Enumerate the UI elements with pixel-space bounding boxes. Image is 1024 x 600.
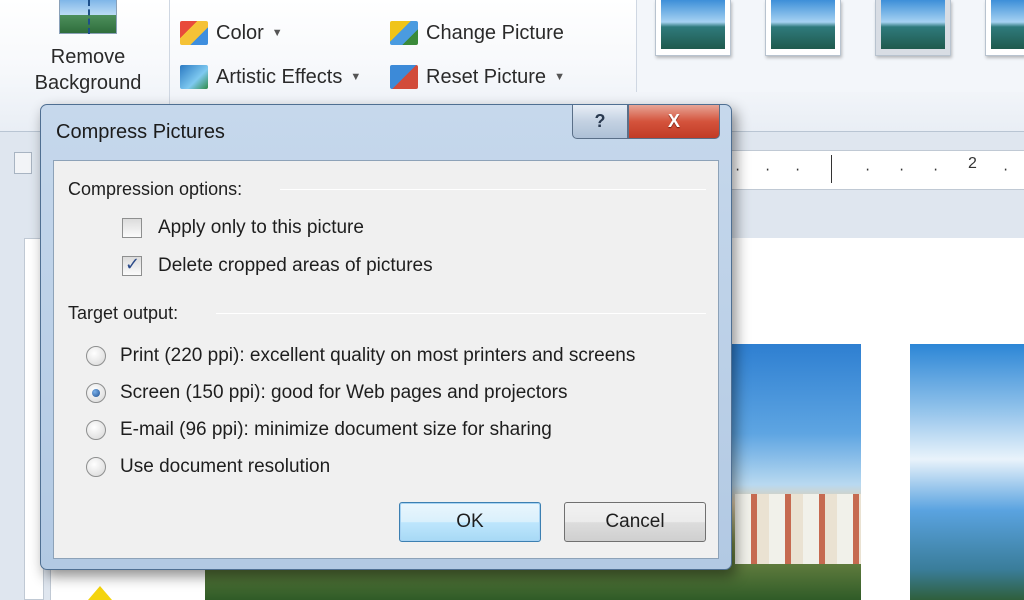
change-picture-label: Change Picture [426, 21, 564, 44]
style-preview-image [661, 0, 725, 49]
close-button[interactable]: X [628, 105, 720, 139]
marker-icon [88, 586, 112, 600]
help-button[interactable]: ? [572, 105, 628, 139]
separator [280, 189, 706, 190]
print-220-ppi-radio[interactable]: Print (220 ppi): excellent quality on mo… [86, 345, 635, 367]
apply-only-label: Apply only to this picture [158, 217, 364, 238]
email-96-ppi-radio[interactable]: E-mail (96 ppi): minimize document size … [86, 419, 552, 441]
help-icon: ? [594, 111, 606, 131]
compress-pictures-dialog: Compress Pictures ? X Compression option… [40, 104, 732, 570]
ruler-tick [831, 155, 832, 183]
style-preview-image [771, 0, 835, 49]
screen-option-label: Screen (150 ppi): good for Web pages and… [120, 382, 568, 403]
cancel-button[interactable]: Cancel [564, 502, 706, 542]
target-output-heading: Target output: [68, 303, 179, 323]
ruler-tick: · [898, 163, 906, 177]
change-picture-button[interactable]: Change Picture [390, 18, 564, 48]
email-option-label: E-mail (96 ppi): minimize document size … [120, 419, 552, 440]
color-icon [180, 21, 208, 45]
style-preview-image [881, 0, 945, 49]
radio-dot[interactable] [86, 457, 106, 477]
inserted-picture[interactable] [910, 344, 1024, 600]
dialog-body: Compression options: Apply only to this … [53, 160, 719, 559]
screen-150-ppi-radio[interactable]: Screen (150 ppi): good for Web pages and… [86, 382, 567, 404]
ruler-tick: · [1002, 163, 1010, 177]
ruler-tick: · [734, 163, 742, 177]
ruler-tick: · [794, 163, 802, 177]
radio-dot[interactable] [86, 383, 106, 403]
change-picture-icon [390, 21, 418, 45]
delete-cropped-areas-checkbox[interactable]: Delete cropped areas of pictures [122, 254, 433, 277]
separator [216, 313, 706, 314]
document-resolution-label: Use document resolution [120, 456, 331, 477]
picture-detail-houses [735, 494, 861, 564]
artistic-effects-label: Artistic Effects [216, 65, 343, 88]
remove-background-button[interactable]: Remove Background [18, 0, 158, 100]
chevron-down-icon: ▼ [271, 27, 283, 39]
remove-background-label-2: Background [34, 72, 142, 94]
style-preview-image [991, 0, 1024, 49]
reset-picture-label: Reset Picture [426, 65, 547, 88]
ruler-tick: · [932, 163, 940, 177]
ruler-tick: · [764, 163, 772, 177]
remove-background-label-1: Remove [50, 46, 126, 68]
use-document-resolution-radio[interactable]: Use document resolution [86, 456, 330, 478]
color-label: Color [216, 21, 264, 44]
chevron-down-icon: ▼ [554, 71, 565, 83]
close-icon: X [667, 111, 680, 131]
picture-style-thumb[interactable] [985, 0, 1024, 56]
picture-style-thumb[interactable] [765, 0, 841, 56]
artistic-effects-icon [180, 65, 208, 89]
remove-background-icon [59, 0, 117, 34]
reset-picture-icon [390, 65, 418, 89]
ruler-number: 2 [968, 155, 977, 172]
chevron-down-icon: ▼ [350, 71, 362, 83]
apply-only-to-this-picture-checkbox[interactable]: Apply only to this picture [122, 217, 364, 239]
tab-selector[interactable] [14, 152, 32, 174]
checkbox-box[interactable] [122, 218, 142, 238]
ruler-tick: · [864, 163, 872, 177]
compression-options-heading: Compression options: [68, 179, 243, 199]
ok-button[interactable]: OK [399, 502, 541, 542]
picture-style-thumb[interactable] [655, 0, 731, 56]
dialog-title: Compress Pictures [56, 121, 225, 143]
reset-picture-button[interactable]: Reset Picture ▼ [390, 62, 565, 92]
picture-styles-gallery [636, 0, 1024, 92]
print-option-label: Print (220 ppi): excellent quality on mo… [120, 345, 636, 366]
radio-dot[interactable] [86, 346, 106, 366]
checkbox-box[interactable] [122, 254, 142, 276]
artistic-effects-button[interactable]: Artistic Effects ▼ [180, 62, 361, 92]
radio-dot[interactable] [86, 420, 106, 440]
picture-style-thumb[interactable] [875, 0, 951, 56]
horizontal-ruler[interactable]: · · · · · · 2 · [720, 150, 1024, 190]
color-button[interactable]: Color ▼ [180, 18, 283, 48]
delete-cropped-label: Delete cropped areas of pictures [158, 255, 433, 276]
